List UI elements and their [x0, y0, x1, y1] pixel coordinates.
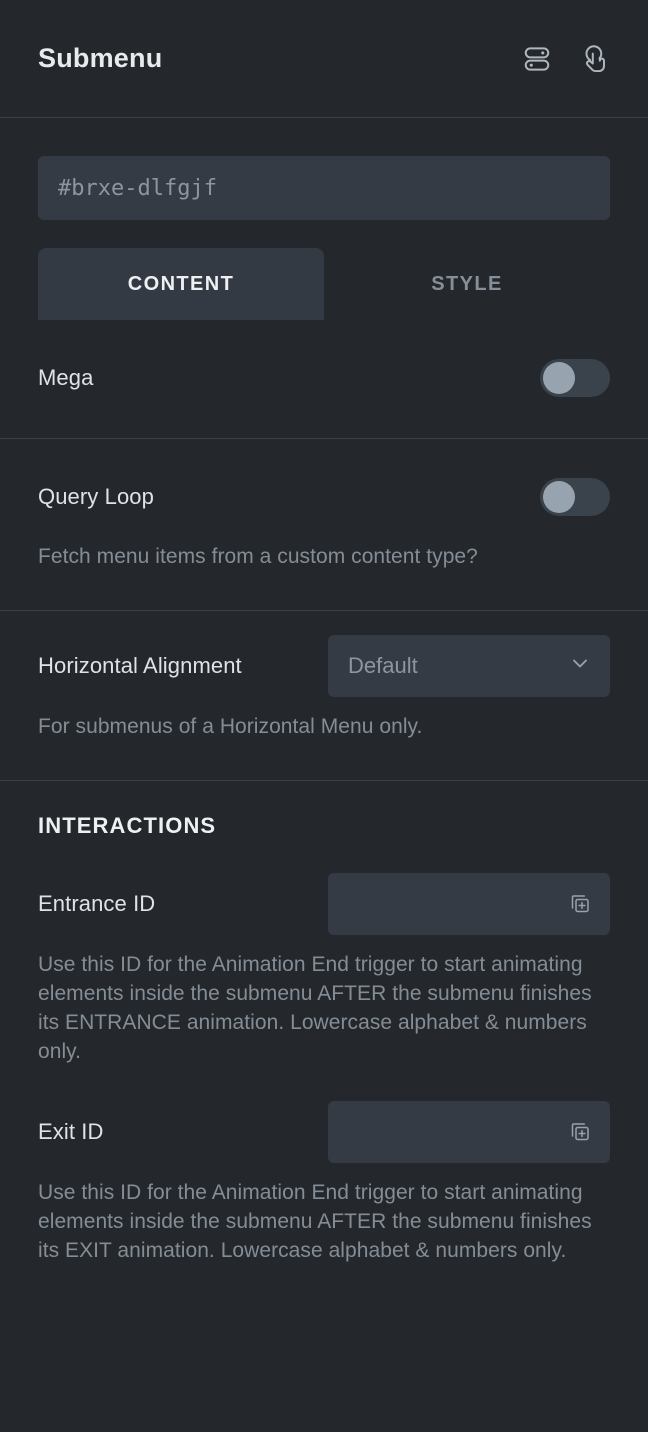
mega-toggle-knob: [543, 362, 575, 394]
horizontal-alignment-help: For submenus of a Horizontal Menu only.: [38, 714, 423, 738]
horizontal-alignment-select[interactable]: Default: [328, 634, 610, 697]
entrance-id-row: Entrance ID: [38, 872, 610, 935]
horizontal-alignment-row: Horizontal Alignment Default: [38, 634, 610, 697]
element-id-field-wrap: [0, 118, 648, 220]
duplicate-add-icon[interactable]: [566, 1118, 594, 1146]
entrance-id-label: Entrance ID: [38, 890, 156, 916]
horizontal-alignment-value: Default: [348, 652, 418, 678]
settings-tabs: CONTENT STYLE: [0, 220, 648, 320]
section-mega: Mega: [0, 320, 648, 438]
mega-toggle[interactable]: [540, 359, 610, 397]
entrance-id-help: Use this ID for the Animation End trigge…: [38, 952, 592, 1063]
section-query-loop: Query Loop Fetch menu items from a custo…: [0, 438, 648, 610]
duplicate-add-icon[interactable]: [566, 890, 594, 918]
entrance-id-field[interactable]: [328, 872, 610, 935]
query-loop-row: Query Loop: [38, 467, 610, 527]
query-loop-label: Query Loop: [38, 484, 154, 509]
panel-header: Submenu: [0, 0, 648, 118]
header-actions: [520, 42, 612, 76]
exit-id-label: Exit ID: [38, 1118, 104, 1144]
page-title: Submenu: [38, 43, 163, 73]
mega-label: Mega: [38, 365, 94, 390]
tab-content[interactable]: CONTENT: [38, 248, 324, 320]
mega-row: Mega: [38, 348, 610, 408]
tab-style[interactable]: STYLE: [324, 248, 610, 320]
query-loop-toggle[interactable]: [540, 478, 610, 516]
horizontal-alignment-label: Horizontal Alignment: [38, 652, 242, 678]
tap-interaction-icon[interactable]: [578, 42, 612, 76]
interactions-heading: INTERACTIONS: [38, 812, 217, 838]
toggle-settings-icon[interactable]: [520, 42, 554, 76]
submenu-settings-panel: Submenu CONTENT STYLE: [0, 0, 648, 1432]
section-interactions: INTERACTIONS Entrance ID Use this ID for…: [0, 779, 648, 1276]
exit-id-help: Use this ID for the Animation End trigge…: [38, 1180, 592, 1262]
query-loop-help: Fetch menu items from a custom content t…: [38, 545, 478, 568]
section-horizontal-alignment: Horizontal Alignment Default For submenu…: [0, 609, 648, 780]
element-id-input[interactable]: [38, 156, 610, 220]
query-loop-toggle-knob: [543, 481, 575, 513]
exit-id-row: Exit ID: [38, 1100, 610, 1163]
chevron-down-icon: [568, 651, 592, 680]
exit-id-field[interactable]: [328, 1100, 610, 1163]
